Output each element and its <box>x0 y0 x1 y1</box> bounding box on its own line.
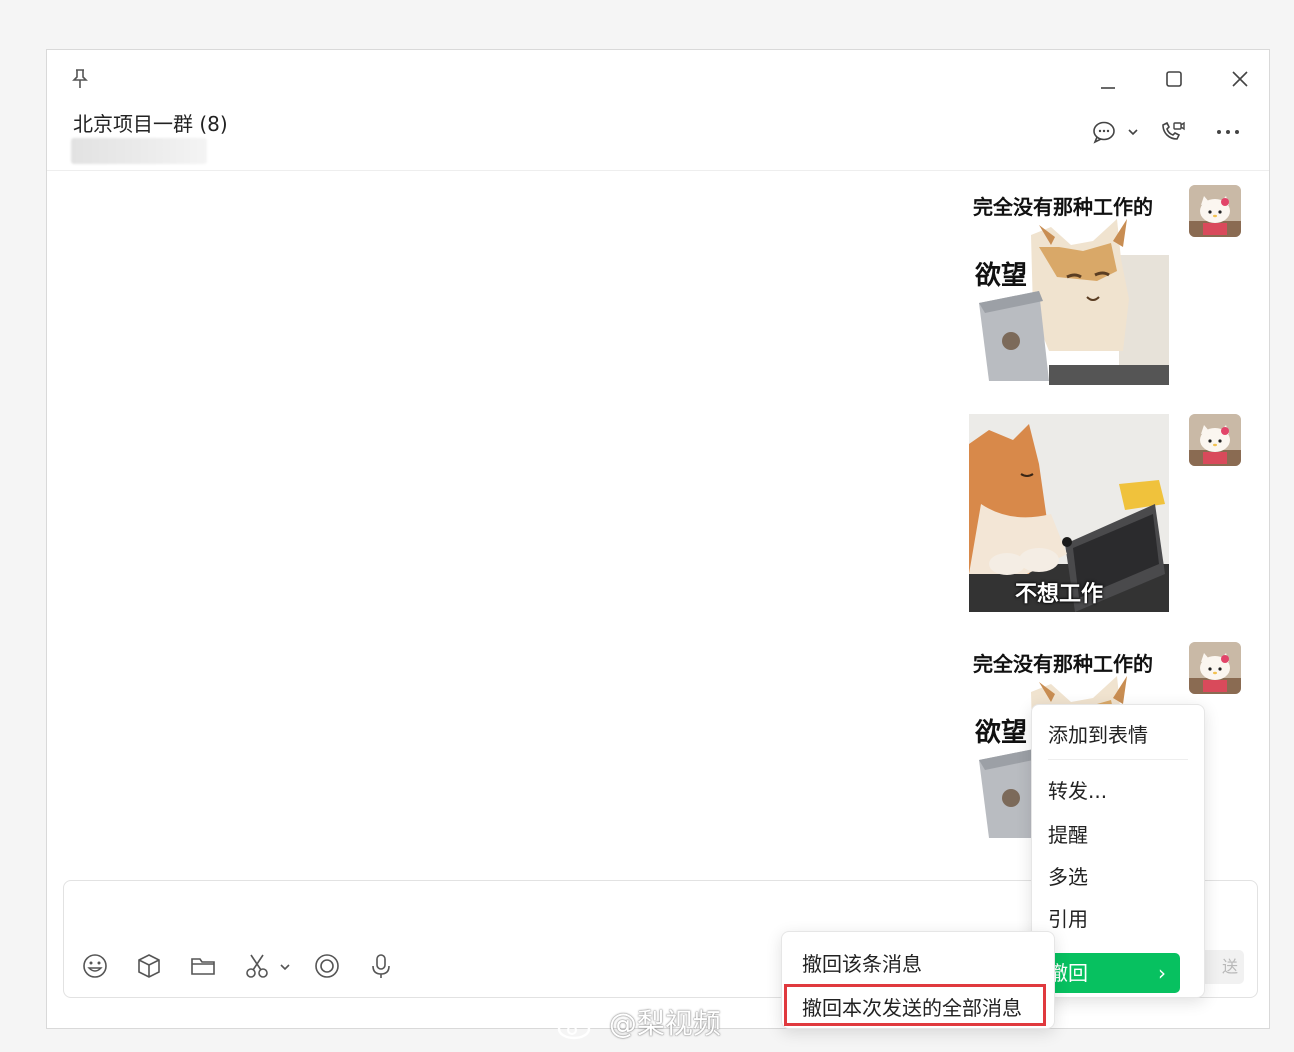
avatar[interactable] <box>1189 642 1241 694</box>
menu-item-quote[interactable]: 引用 <box>1048 903 1088 932</box>
menu-item-forward[interactable]: 转发... <box>1048 775 1107 804</box>
sticker-caption-top: 完全没有那种工作的 <box>973 652 1153 676</box>
emoji-icon[interactable] <box>80 951 110 981</box>
menu-item-recall[interactable]: 撤回 › <box>1038 953 1180 993</box>
minimize-icon[interactable] <box>1093 64 1123 94</box>
pin-icon[interactable] <box>65 64 95 94</box>
close-icon[interactable] <box>1225 64 1255 94</box>
record-icon[interactable] <box>312 951 342 981</box>
sticker-message[interactable]: 不想工作 <box>969 414 1169 612</box>
menu-item-recall-all[interactable]: 撤回本次发送的全部消息 <box>802 992 1022 1021</box>
chevron-down-icon[interactable] <box>276 951 294 981</box>
microphone-icon[interactable] <box>366 951 396 981</box>
blurred-subtitle <box>71 138 207 164</box>
menu-item-remind[interactable]: 提醒 <box>1048 819 1088 848</box>
sticker-caption-top: 完全没有那种工作的 <box>973 195 1153 219</box>
more-icon[interactable] <box>1211 118 1245 148</box>
maximize-icon[interactable] <box>1159 64 1189 94</box>
avatar[interactable] <box>1189 185 1241 237</box>
menu-item-recall-single[interactable]: 撤回该条消息 <box>802 948 922 977</box>
header-divider <box>47 170 1269 171</box>
cube-icon[interactable] <box>134 951 164 981</box>
avatar[interactable] <box>1189 414 1241 466</box>
chevron-down-icon[interactable] <box>1123 118 1143 148</box>
menu-item-multiselect[interactable]: 多选 <box>1048 861 1088 890</box>
chevron-right-icon: › <box>1158 961 1166 985</box>
folder-icon[interactable] <box>188 951 218 981</box>
chat-bubble-icon[interactable] <box>1089 118 1119 148</box>
menu-item-add-to-stickers[interactable]: 添加到表情 <box>1048 719 1148 748</box>
recall-submenu: 撤回该条消息 撤回本次发送的全部消息 <box>781 931 1055 1029</box>
message-context-menu: 添加到表情 转发... 提醒 多选 引用 撤回 › <box>1031 704 1205 998</box>
watermark-text: @梨视频 <box>608 1007 721 1040</box>
menu-separator <box>1048 759 1188 760</box>
sticker-caption-bottom: 不想工作 <box>1015 582 1104 607</box>
sticker-caption-side: 欲望 <box>975 261 1028 291</box>
weibo-logo-icon <box>557 1015 595 1040</box>
sticker-message[interactable]: 完全没有那种工作的 欲望 <box>969 185 1169 385</box>
sticker-caption-side: 欲望 <box>975 718 1028 748</box>
watermark: @梨视频 <box>556 1002 721 1042</box>
scissors-icon[interactable] <box>242 951 272 981</box>
chat-title[interactable]: 北京项目一群 (8) <box>73 108 228 137</box>
video-call-icon[interactable] <box>1157 118 1187 148</box>
